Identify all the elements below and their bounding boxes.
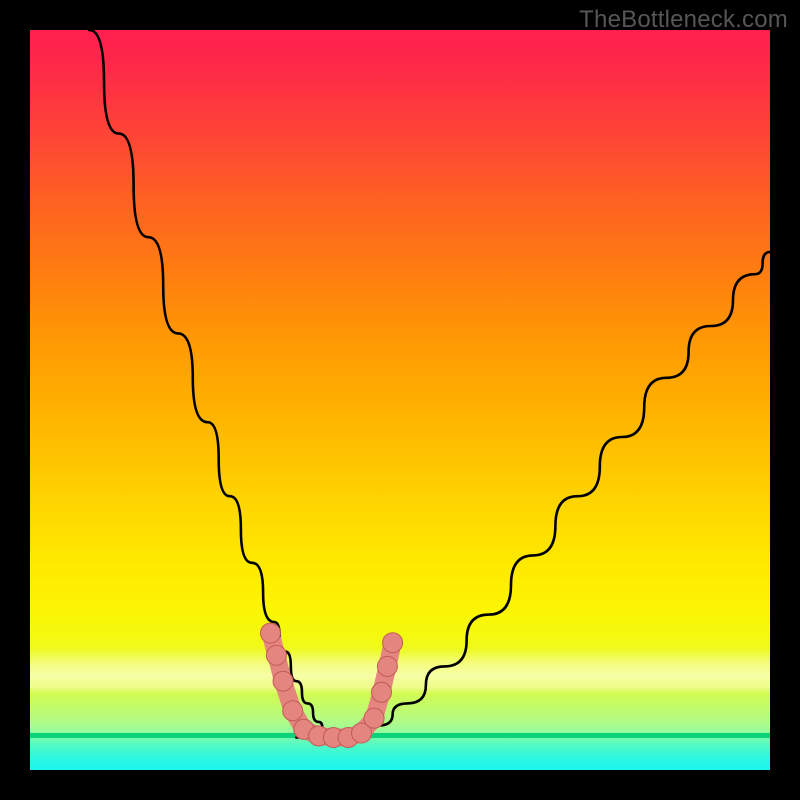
curve-left-branch	[89, 30, 341, 737]
data-marker	[283, 701, 303, 721]
data-marker	[372, 682, 392, 702]
data-marker	[383, 633, 403, 653]
data-marker	[364, 708, 384, 728]
plot-area	[30, 30, 770, 770]
data-marker	[266, 645, 286, 665]
data-marker	[261, 623, 281, 643]
chart-frame: TheBottleneck.com	[0, 0, 800, 800]
watermark-text: TheBottleneck.com	[579, 6, 788, 34]
data-marker	[273, 671, 293, 691]
data-marker	[377, 656, 397, 676]
curve-layer	[30, 30, 770, 770]
curve-right-branch	[341, 252, 770, 737]
